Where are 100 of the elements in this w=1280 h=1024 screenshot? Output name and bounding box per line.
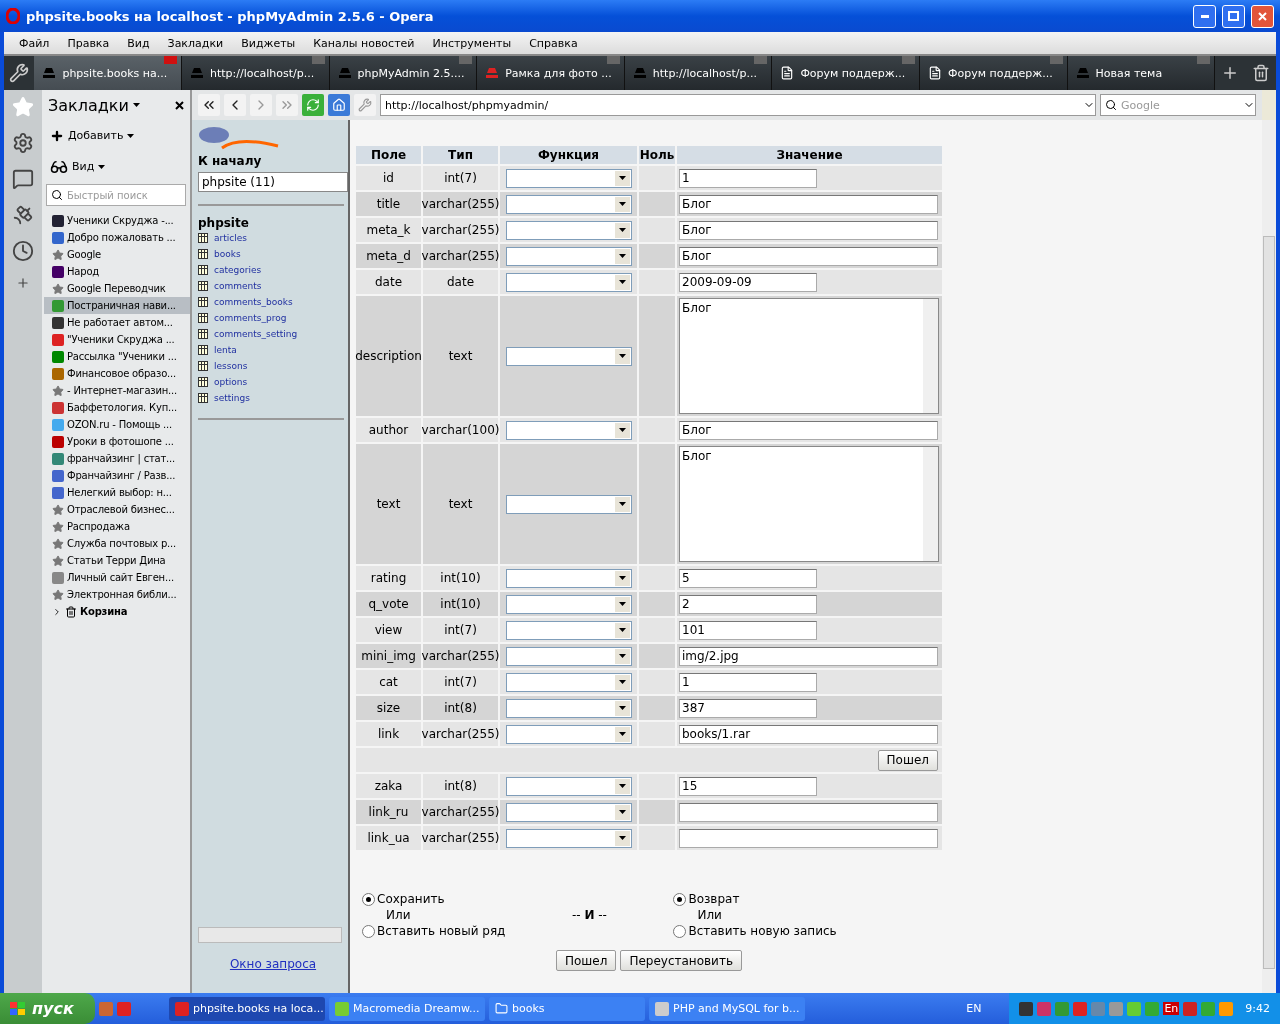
bookmark-item[interactable]: Франчайзинг / Разв... [44, 467, 190, 484]
caret-icon[interactable] [618, 810, 626, 814]
table-icon[interactable] [198, 329, 208, 339]
taskbar-button[interactable]: books [489, 996, 645, 1021]
dropdown-button[interactable] [614, 422, 630, 438]
menu-item[interactable]: Справка [520, 36, 587, 50]
bookmark-item[interactable]: Добро пожаловать ... [44, 229, 190, 246]
value-textarea[interactable]: Блог [679, 298, 939, 414]
bookmark-item[interactable]: Отраслевой бизнес... [44, 501, 190, 518]
table-icon[interactable] [198, 281, 208, 291]
value-input[interactable]: 1 [679, 168, 817, 188]
address-field[interactable]: http://localhost/phpmyadmin/ [380, 94, 1096, 116]
caret-icon[interactable] [618, 680, 626, 684]
browser-tab[interactable]: Форум поддерж... [919, 56, 1068, 90]
caret-icon[interactable] [618, 706, 626, 710]
textarea-scrollbar[interactable] [923, 447, 938, 561]
caret-icon[interactable] [618, 228, 626, 232]
table-link[interactable]: lessons [214, 361, 248, 371]
add-panel-icon[interactable] [16, 276, 30, 290]
dropdown-button[interactable] [614, 596, 630, 612]
caret-icon[interactable] [618, 576, 626, 580]
bookmark-item[interactable]: франчайзинг | стат... [44, 450, 190, 467]
table-link[interactable]: options [214, 377, 248, 387]
table-icon[interactable] [198, 361, 208, 371]
caret-icon[interactable] [618, 732, 626, 736]
value-input[interactable]: Блог [679, 194, 938, 214]
bookmark-item[interactable]: Статьи Терри Дина [44, 552, 190, 569]
language-indicator[interactable]: EN [966, 1002, 982, 1015]
bookmark-item[interactable]: Личный сайт Евген... [44, 569, 190, 586]
tools-icon[interactable] [9, 63, 30, 83]
add-bookmark-button[interactable]: Добавить [42, 120, 190, 151]
table-icon[interactable] [198, 345, 208, 355]
close-icon[interactable] [175, 100, 184, 110]
maximize-button[interactable] [1222, 4, 1245, 28]
reload-button[interactable] [302, 94, 324, 116]
bookmark-item[interactable]: Уроки в фотошопе ... [44, 433, 190, 450]
caret-icon[interactable] [618, 784, 626, 788]
table-link[interactable]: lenta [214, 345, 237, 355]
menu-item[interactable]: Вид [118, 36, 159, 50]
bookmark-item[interactable]: Google [44, 246, 190, 263]
table-icon[interactable] [198, 249, 208, 259]
caret-icon[interactable] [618, 176, 626, 180]
database-select[interactable]: phpsite (11) [198, 172, 348, 192]
clock-icon[interactable] [12, 240, 34, 262]
value-input[interactable]: 15 [679, 776, 817, 796]
folder-item[interactable]: Корзина [44, 603, 190, 620]
value-input[interactable]: 2 [679, 594, 817, 614]
radio-button[interactable] [362, 892, 375, 906]
browser-tab[interactable]: Форум поддерж... [772, 56, 920, 90]
dropdown-button[interactable] [614, 700, 630, 716]
radio-button[interactable] [362, 924, 375, 938]
edit-button[interactable] [354, 94, 376, 116]
dropdown-button[interactable] [614, 622, 630, 638]
home-button[interactable] [328, 94, 350, 116]
taskbar-button[interactable]: PHP and MySQL for b... [649, 996, 805, 1021]
bookmark-item[interactable]: OZON.ru - Помощь ... [44, 416, 190, 433]
browser-tab[interactable]: Новая тема [1067, 56, 1216, 90]
dropdown-button[interactable] [614, 170, 630, 186]
caret-icon[interactable] [618, 354, 626, 358]
table-icon[interactable] [198, 377, 208, 387]
value-input[interactable]: 101 [679, 620, 817, 640]
tray-icon[interactable] [1019, 1001, 1034, 1016]
caret-icon[interactable] [618, 628, 626, 632]
radio-button[interactable] [673, 892, 687, 906]
bookmark-item[interactable]: Не работает автом... [44, 314, 190, 331]
table-icon[interactable] [198, 233, 208, 243]
radio-button[interactable] [673, 924, 687, 938]
dropdown-button[interactable] [614, 570, 630, 586]
table-icon[interactable] [198, 265, 208, 275]
value-input[interactable]: Блог [679, 220, 938, 240]
browser-tab[interactable]: phpsite.books на... [34, 56, 182, 90]
value-input[interactable]: books/1.rar [679, 724, 938, 744]
table-icon[interactable] [198, 297, 208, 307]
bookmark-item[interactable]: Google Переводчик [44, 280, 190, 297]
value-input[interactable]: 5 [679, 568, 817, 588]
value-input[interactable]: 2009-09-09 [679, 272, 817, 292]
caret-icon[interactable] [618, 836, 626, 840]
dropdown-button[interactable] [614, 674, 630, 690]
dropdown-button[interactable] [614, 648, 630, 664]
taskbar-button[interactable]: Macromedia Dreamw... [329, 996, 485, 1021]
value-input[interactable]: 387 [679, 698, 817, 718]
dropdown-button[interactable] [614, 248, 630, 264]
start-button[interactable]: пуск [0, 993, 95, 1024]
satellite-icon[interactable] [12, 204, 34, 226]
table-link[interactable]: comments [214, 281, 262, 291]
taskbar-button[interactable]: phpsite.books на loca... [169, 996, 325, 1021]
caret-icon[interactable] [618, 654, 626, 658]
bookmark-item[interactable]: Баффетология. Куп... [44, 399, 190, 416]
caret-icon[interactable] [618, 254, 626, 258]
bookmark-item[interactable]: Ученики Скруджа -... [44, 212, 190, 229]
dropdown-button[interactable] [614, 830, 630, 846]
bookmark-item[interactable]: Рассылка "Ученики ... [44, 348, 190, 365]
bookmark-item[interactable]: Нелегкий выбор: н... [44, 484, 190, 501]
caret-icon[interactable] [618, 502, 626, 506]
horizontal-scrollbar[interactable] [198, 927, 342, 943]
dropdown-button[interactable] [614, 778, 630, 794]
bookmark-item[interactable]: Служба почтовых р... [44, 535, 190, 552]
query-window-link[interactable]: Окно запроса [229, 957, 317, 971]
form-button[interactable]: Пошел [556, 950, 617, 971]
chat-icon[interactable] [12, 168, 34, 190]
